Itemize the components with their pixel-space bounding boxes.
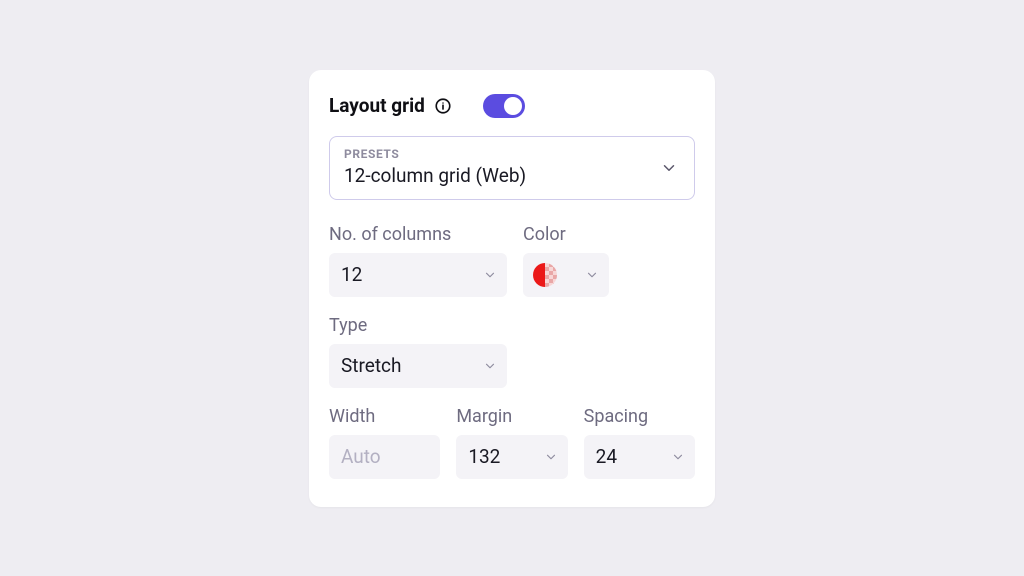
layout-grid-panel: Layout grid PRESETS 12-column grid (Web)…	[309, 70, 715, 507]
columns-value: 12	[341, 263, 362, 286]
color-label: Color	[523, 224, 609, 245]
margin-label: Margin	[456, 406, 567, 427]
width-label: Width	[329, 406, 440, 427]
columns-field: No. of columns 12	[329, 224, 507, 297]
chevron-down-icon	[671, 450, 685, 464]
panel-title: Layout grid	[329, 94, 425, 117]
presets-value: 12-column grid (Web)	[344, 164, 680, 187]
color-field: Color	[523, 224, 609, 297]
chevron-down-icon	[660, 159, 678, 177]
margin-field: Margin 132	[456, 406, 567, 479]
color-swatch	[533, 263, 557, 287]
spacing-select[interactable]: 24	[584, 435, 695, 479]
spacing-value: 24	[596, 445, 617, 468]
columns-label: No. of columns	[329, 224, 507, 245]
chevron-down-icon	[483, 268, 497, 282]
chevron-down-icon	[544, 450, 558, 464]
width-field: Width Auto	[329, 406, 440, 479]
info-icon[interactable]	[433, 96, 453, 116]
margin-value: 132	[468, 445, 500, 468]
chevron-down-icon	[483, 359, 497, 373]
columns-select[interactable]: 12	[329, 253, 507, 297]
type-field: Type Stretch	[329, 315, 507, 388]
presets-label: PRESETS	[344, 147, 680, 161]
chevron-down-icon	[585, 268, 599, 282]
width-select: Auto	[329, 435, 440, 479]
layout-grid-toggle[interactable]	[483, 94, 525, 118]
type-value: Stretch	[341, 354, 401, 377]
width-value: Auto	[341, 445, 381, 468]
spacing-label: Spacing	[584, 406, 695, 427]
margin-select[interactable]: 132	[456, 435, 567, 479]
color-select[interactable]	[523, 253, 609, 297]
panel-header: Layout grid	[329, 94, 695, 118]
presets-dropdown[interactable]: PRESETS 12-column grid (Web)	[329, 136, 695, 200]
type-select[interactable]: Stretch	[329, 344, 507, 388]
type-label: Type	[329, 315, 507, 336]
toggle-knob	[504, 97, 522, 115]
spacing-field: Spacing 24	[584, 406, 695, 479]
